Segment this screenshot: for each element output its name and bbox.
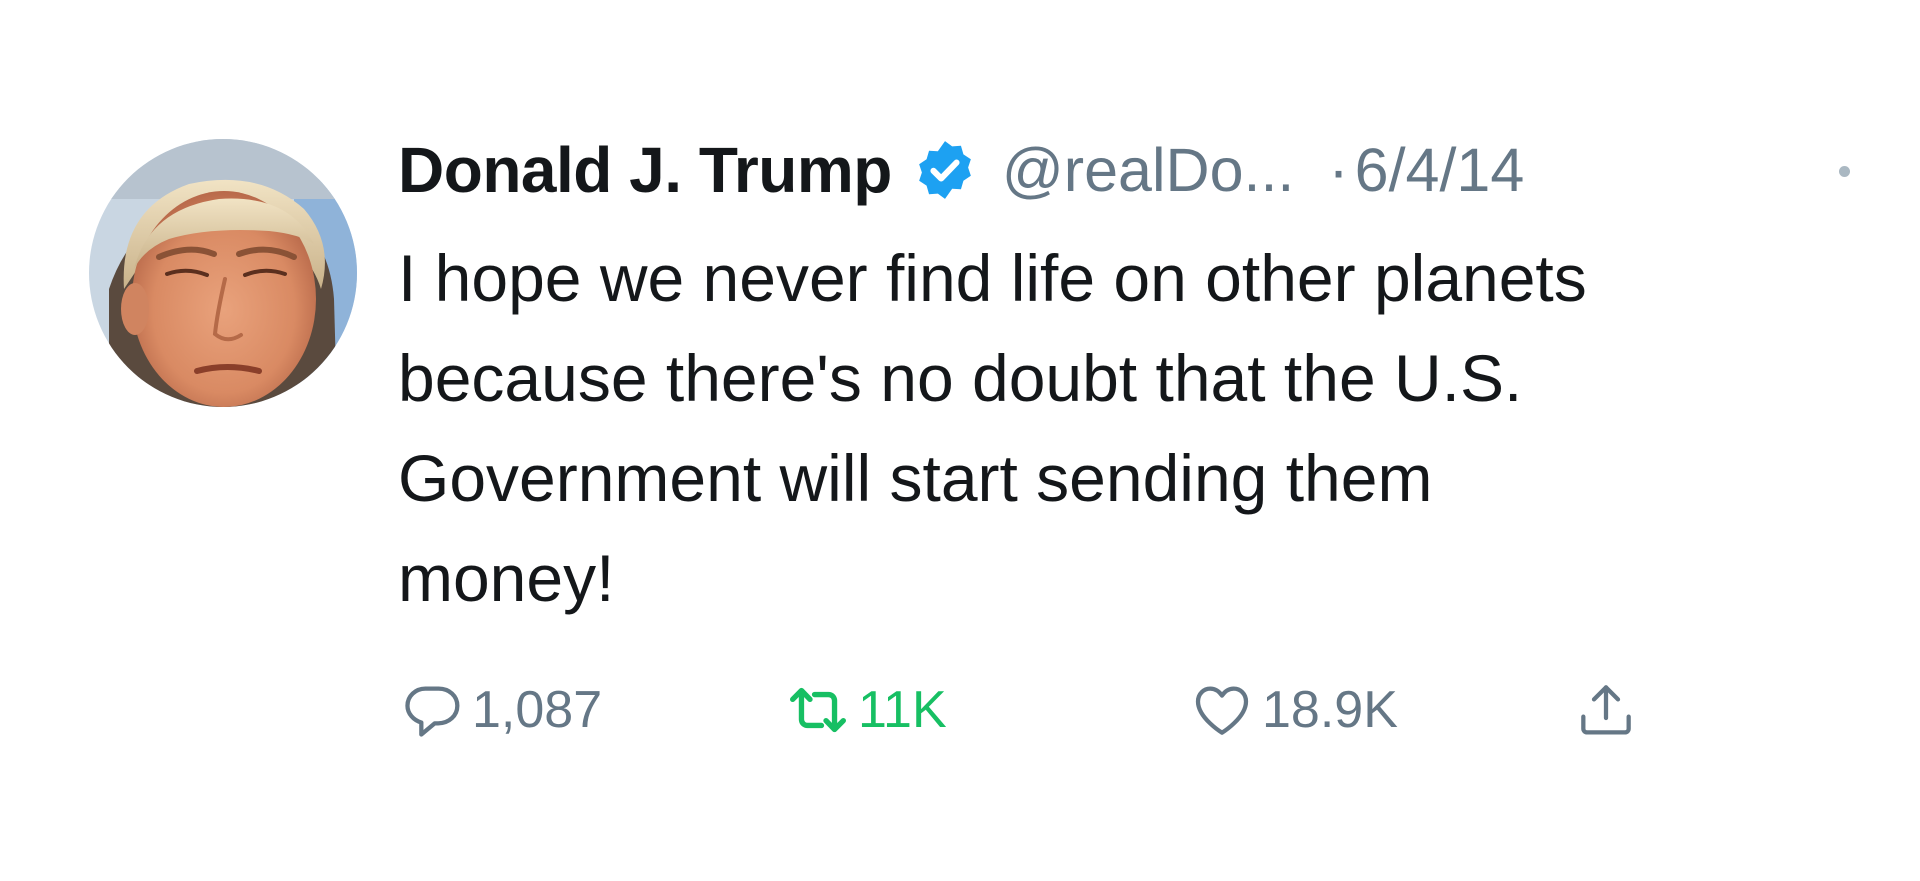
tweet-date[interactable]: 6/4/14 (1355, 135, 1525, 205)
tweet-text-line: money! (398, 541, 615, 615)
like-count: 18.9K (1262, 681, 1398, 739)
reply-bubble-icon (400, 678, 464, 742)
heart-icon (1190, 678, 1254, 742)
retweet-arrows-icon (786, 678, 850, 742)
tweet-card: Donald J. Trump @realDo... · 6/4/14 I ho… (0, 0, 1920, 881)
retweet-button[interactable]: 11K (786, 670, 947, 750)
more-dot-icon[interactable] (1833, 160, 1855, 182)
reply-count: 1,087 (472, 681, 603, 739)
tweet-text-line: I hope we never find life on other plane… (398, 241, 1587, 315)
share-button[interactable] (1574, 670, 1638, 750)
user-handle[interactable]: @realDo... (1002, 135, 1294, 205)
header-separator: · (1328, 136, 1349, 204)
share-upload-icon (1574, 678, 1638, 742)
tweet-actions: 1,087 11K 18.9K (0, 670, 1920, 750)
like-button[interactable]: 18.9K (1190, 670, 1398, 750)
reply-button[interactable]: 1,087 (400, 670, 602, 750)
tweet-header: Donald J. Trump @realDo... · 6/4/14 (398, 130, 1524, 210)
tweet-text: I hope we never find life on other plane… (398, 228, 1898, 628)
tweet-text-line: because there's no doubt that the U.S. (398, 341, 1523, 415)
retweet-count: 11K (858, 681, 947, 739)
display-name[interactable]: Donald J. Trump (398, 133, 892, 207)
profile-avatar[interactable] (89, 139, 357, 407)
verified-badge-icon (912, 137, 978, 203)
avatar-image (89, 139, 357, 407)
tweet-text-line: Government will start sending them (398, 441, 1433, 515)
